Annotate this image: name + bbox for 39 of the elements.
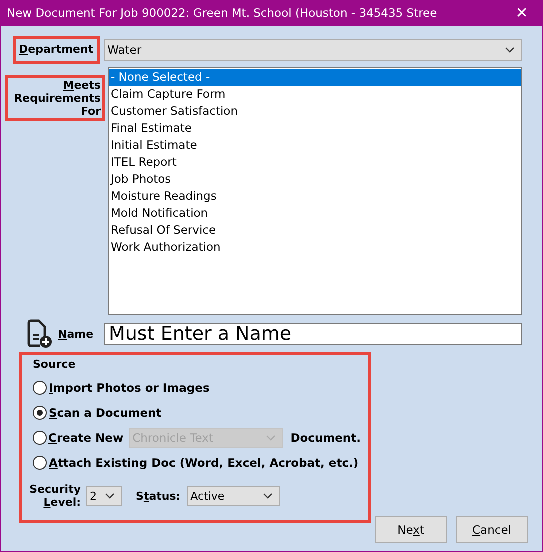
caret-icon (505, 47, 515, 53)
status-label: Status: (136, 490, 181, 502)
list-item[interactable]: Initial Estimate (109, 137, 521, 154)
security-level-label: Security Level: (28, 483, 81, 509)
list-item[interactable]: Mold Notification (109, 205, 521, 222)
close-button[interactable]: ✕ (502, 0, 542, 26)
list-item[interactable]: Refusal Of Service (109, 222, 521, 239)
name-field[interactable]: Must Enter a Name (104, 323, 522, 345)
list-item[interactable]: - None Selected - (109, 69, 521, 86)
name-label: Name (58, 328, 95, 340)
caret-icon (262, 493, 273, 499)
caret-icon (266, 434, 276, 440)
document-label: Document. (290, 430, 361, 444)
list-item[interactable]: Final Estimate (109, 120, 521, 137)
document-add-icon (27, 319, 53, 349)
list-item[interactable]: Work Authorization (109, 239, 521, 256)
security-level-dropdown[interactable]: 2 (86, 486, 122, 506)
list-item[interactable]: Claim Capture Form (109, 86, 521, 103)
dialog-button[interactable]: Next (375, 516, 447, 543)
option-label[interactable]: Create New (48, 430, 124, 444)
option-label[interactable]: Attach Existing Doc (Word, Excel, Acrobat, etc.) (49, 456, 359, 470)
list-item[interactable]: Customer Satisfaction (109, 103, 521, 120)
department-dropdown[interactable]: Water (104, 39, 522, 61)
dialog-button[interactable]: Cancel (456, 516, 528, 543)
department-label: Department (13, 36, 100, 64)
radio-button[interactable] (33, 430, 47, 444)
caret-icon (105, 493, 115, 499)
radio-button[interactable] (33, 406, 47, 420)
window-title: New Document For Job 900022: Green Mt. School (Houston - 345435 Stree (7, 6, 438, 20)
list-item[interactable]: ITEL Report (109, 154, 521, 171)
option-label[interactable]: Import Photos or Images (49, 380, 210, 394)
radio-button[interactable] (33, 456, 47, 470)
radio-button[interactable] (33, 380, 47, 394)
meets-requirements-label: Meets Requirements For (5, 75, 105, 121)
list-item[interactable]: Job Photos (109, 171, 521, 188)
source-title: Source (33, 358, 76, 371)
list-item[interactable]: Moisture Readings (109, 188, 521, 205)
option-label[interactable]: Scan a Document (49, 406, 162, 420)
status-dropdown[interactable]: Active (186, 486, 280, 506)
